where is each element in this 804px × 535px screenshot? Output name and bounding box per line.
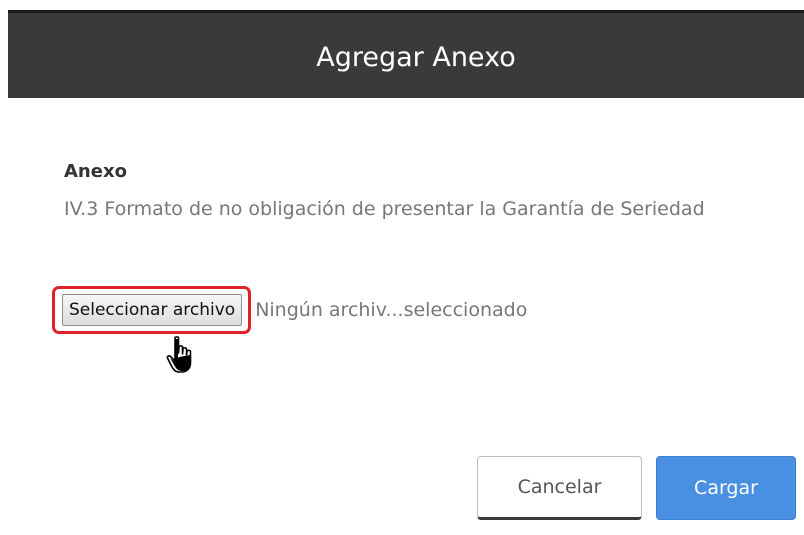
dialog-header: Agregar Anexo xyxy=(8,10,804,98)
file-status-text: Ningún archiv...seleccionado xyxy=(255,299,528,321)
file-button-highlight: Seleccionar archivo xyxy=(52,286,252,334)
hand-pointer-icon xyxy=(166,335,200,375)
annex-description: IV.3 Formato de no obligación de present… xyxy=(64,198,705,220)
select-file-button[interactable]: Seleccionar archivo xyxy=(62,294,243,326)
add-annex-dialog: Agregar Anexo Anexo IV.3 Formato de no o… xyxy=(0,0,804,535)
upload-button[interactable]: Cargar xyxy=(656,456,796,520)
dialog-title: Agregar Anexo xyxy=(316,42,516,73)
annex-field-label: Anexo xyxy=(64,161,127,182)
cancel-button[interactable]: Cancelar xyxy=(477,456,642,520)
file-input: Seleccionar archivo Ningún archiv...sele… xyxy=(52,286,527,334)
